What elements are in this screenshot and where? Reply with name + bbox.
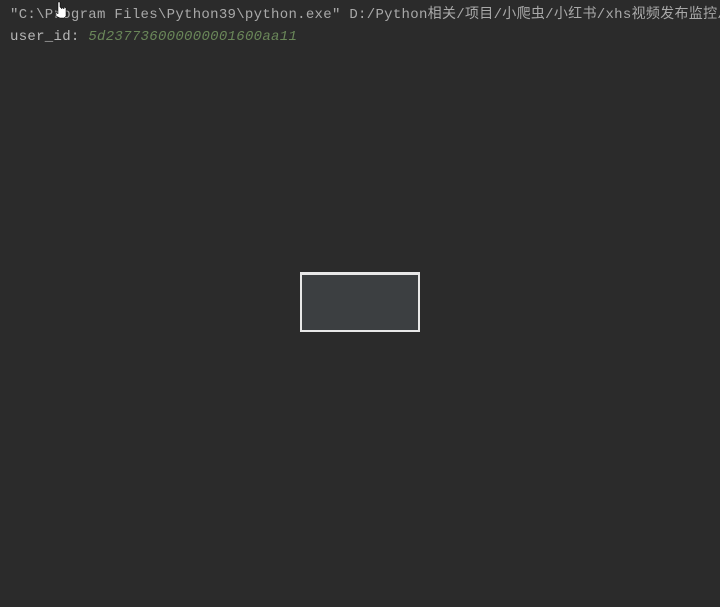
popup-dialog[interactable] [300, 272, 420, 332]
command-text: "C:\Program Files\Python39\python.exe" D… [10, 7, 720, 23]
console-output[interactable]: "C:\Program Files\Python39\python.exe" D… [0, 0, 720, 52]
output-label: user_id: [10, 29, 80, 45]
output-value: 5d237736000000001600aa11 [88, 29, 297, 45]
output-line: user_id: 5d237736000000001600aa11 [10, 26, 710, 48]
command-line: "C:\Program Files\Python39\python.exe" D… [10, 4, 710, 26]
